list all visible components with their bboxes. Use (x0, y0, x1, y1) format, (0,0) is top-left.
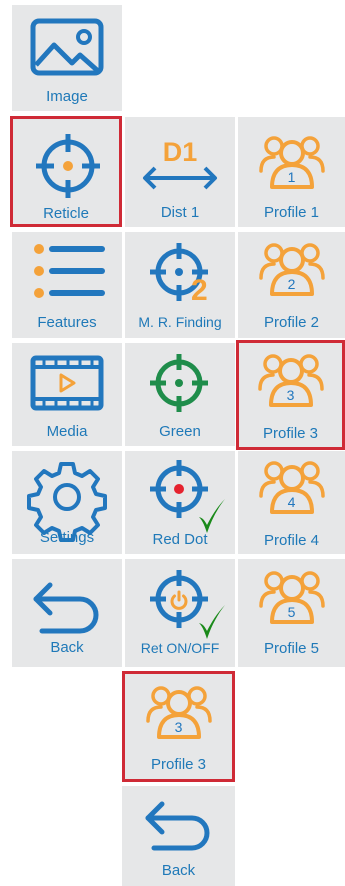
menu-tile-profile-5[interactable]: 5 Profile 5 (238, 559, 345, 667)
profile-number: 3 (286, 387, 295, 403)
menu-tile-dist-1[interactable]: D1 Dist 1 (125, 117, 235, 227)
settings-label: Settings (39, 529, 95, 546)
menu-tile-reticle[interactable]: Reticle (10, 116, 122, 227)
profile-number: 4 (287, 494, 296, 510)
menu-tile-green[interactable]: Green (125, 343, 235, 446)
menu-tile-mr-finding[interactable]: 2 M. R. Finding (125, 232, 235, 338)
reticle-label: Reticle (43, 205, 89, 222)
menu-tile-settings[interactable]: Settings (12, 451, 122, 554)
profile-number: 3 (174, 719, 183, 735)
menu-tile-back-bottom[interactable]: Back (122, 786, 235, 886)
media-label: Media (46, 423, 88, 440)
menu-tile-image[interactable]: Image (12, 5, 122, 111)
menu-tile-back[interactable]: Back (12, 559, 122, 667)
profile-label: Profile 3 (150, 756, 207, 773)
menu-tile-ret-onoff[interactable]: Ret ON/OFF (125, 559, 235, 667)
mr-icon-text: 2 (191, 274, 208, 307)
menu-tile-profile-3-bottom[interactable]: 3 Profile 3 (122, 671, 235, 782)
dist-1-label: Dist 1 (160, 204, 200, 221)
red-dot-label: Red Dot (152, 531, 208, 548)
profile-label: Profile 5 (263, 640, 320, 657)
ret-onoff-label: Ret ON/OFF (140, 640, 220, 656)
features-label: Features (37, 314, 97, 331)
menu-tile-profile-3[interactable]: 3 Profile 3 (236, 340, 345, 450)
image-label: Image (46, 88, 88, 105)
profile-number: 1 (287, 169, 296, 185)
back-label: Back (50, 639, 84, 656)
profile-label: Profile 3 (262, 425, 319, 442)
profile-label: Profile 2 (263, 314, 320, 331)
mr-finding-label: M. R. Finding (138, 314, 222, 330)
menu-tile-red-dot[interactable]: Red Dot (125, 451, 235, 554)
profile-label: Profile 1 (263, 204, 320, 221)
profile-number: 2 (287, 276, 296, 292)
green-label: Green (159, 423, 201, 440)
menu-tile-profile-1[interactable]: 1 Profile 1 (238, 117, 345, 227)
menu-tile-profile-2[interactable]: 2 Profile 2 (238, 232, 345, 338)
dist-icon-text: D1 (162, 137, 198, 167)
profile-label: Profile 4 (263, 532, 320, 549)
menu-tile-media[interactable]: Media (12, 343, 122, 446)
menu-tile-features[interactable]: Features (12, 232, 122, 338)
back-label: Back (161, 862, 196, 879)
menu-tile-profile-4[interactable]: 4 Profile 4 (238, 451, 345, 554)
profile-number: 5 (287, 604, 296, 620)
